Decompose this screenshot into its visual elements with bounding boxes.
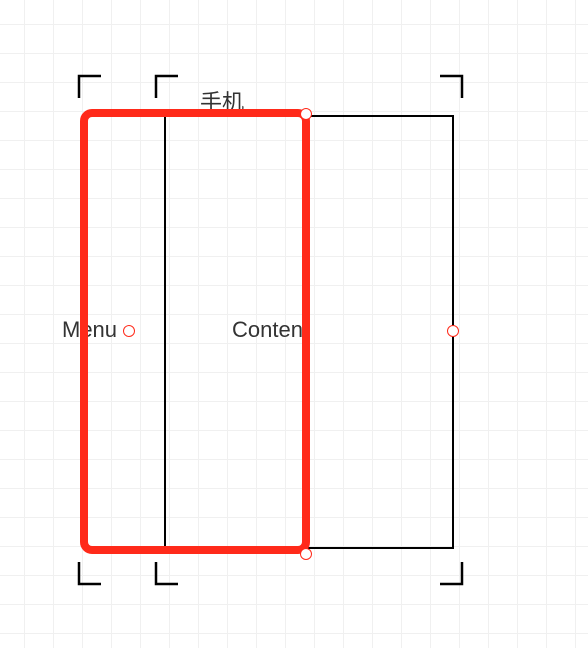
- corner-tick-icon: [73, 560, 103, 590]
- resize-handle-bottom[interactable]: [300, 548, 312, 560]
- resize-handle-right[interactable]: [447, 325, 459, 337]
- corner-tick-icon: [150, 70, 180, 100]
- resize-handle-left[interactable]: [123, 325, 135, 337]
- diagram-canvas[interactable]: 手机 Menu Content: [0, 0, 588, 648]
- selection-highlight[interactable]: [80, 109, 310, 554]
- resize-handle-top[interactable]: [300, 108, 312, 120]
- corner-tick-icon: [438, 560, 468, 590]
- corner-tick-icon: [150, 560, 180, 590]
- corner-tick-icon: [438, 70, 468, 100]
- corner-tick-icon: [73, 70, 103, 100]
